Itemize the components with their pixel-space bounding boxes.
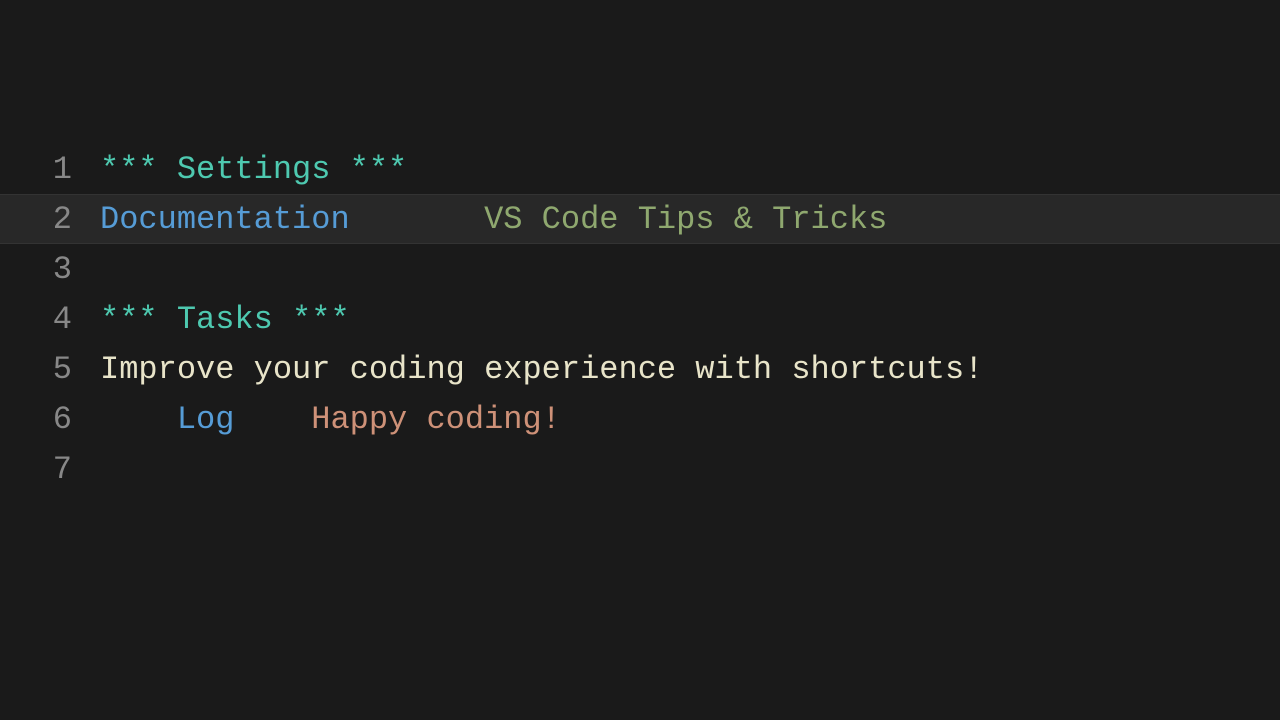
code-editor[interactable]: 1 *** Settings *** 2 Documentation VS Co…	[0, 144, 1280, 494]
code-line[interactable]: 1 *** Settings ***	[0, 144, 1280, 194]
whitespace	[350, 201, 484, 238]
indent	[100, 401, 177, 438]
section-header: *** Tasks ***	[100, 301, 350, 338]
line-number: 6	[0, 401, 100, 438]
keyword-documentation: Documentation	[100, 201, 350, 238]
line-content[interactable]: Log Happy coding!	[100, 401, 1280, 438]
line-number: 7	[0, 451, 100, 488]
line-number: 5	[0, 351, 100, 388]
code-line-active[interactable]: 2 Documentation VS Code Tips & Tricks	[0, 194, 1280, 244]
doc-text: VS Code Tips & Tricks	[484, 201, 887, 238]
log-message: Happy coding!	[311, 401, 561, 438]
section-header: *** Settings ***	[100, 151, 407, 188]
line-number: 2	[0, 201, 100, 238]
line-number: 1	[0, 151, 100, 188]
line-content[interactable]: Documentation VS Code Tips & Tricks	[100, 201, 1280, 238]
line-number: 4	[0, 301, 100, 338]
whitespace	[234, 401, 311, 438]
code-line[interactable]: 7	[0, 444, 1280, 494]
line-content[interactable]: Improve your coding experience with shor…	[100, 351, 1280, 388]
code-line[interactable]: 6 Log Happy coding!	[0, 394, 1280, 444]
task-name: Improve your coding experience with shor…	[100, 351, 983, 388]
code-line[interactable]: 3	[0, 244, 1280, 294]
keyword-log: Log	[177, 401, 235, 438]
code-line[interactable]: 4 *** Tasks ***	[0, 294, 1280, 344]
line-content[interactable]: *** Tasks ***	[100, 301, 1280, 338]
code-line[interactable]: 5 Improve your coding experience with sh…	[0, 344, 1280, 394]
line-number: 3	[0, 251, 100, 288]
line-content[interactable]: *** Settings ***	[100, 151, 1280, 188]
